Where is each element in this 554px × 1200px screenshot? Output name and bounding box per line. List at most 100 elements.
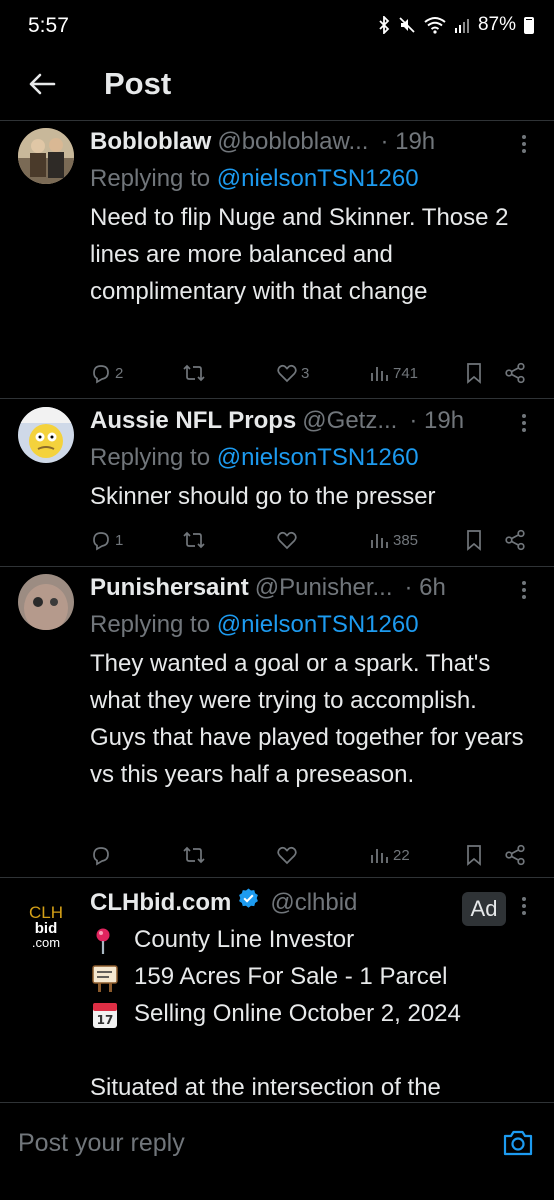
reply-icon <box>93 532 109 551</box>
ad-line: 159 Acres For Sale - 1 Parcel <box>90 958 534 995</box>
views-icon <box>371 534 388 548</box>
replying-label: Replying to <box>90 611 217 638</box>
status-bar: 5:57 87% <box>0 0 554 54</box>
arrow-left-icon <box>29 73 56 95</box>
avatar[interactable] <box>18 407 74 463</box>
page-title: Post <box>104 66 172 101</box>
views-button[interactable]: 22 <box>370 840 410 870</box>
bookmark-icon <box>467 530 481 551</box>
bluetooth-icon <box>379 16 390 34</box>
battery-icon <box>524 16 534 34</box>
views-count: 22 <box>393 846 410 864</box>
tweet-actions: 2 3 741 <box>90 358 534 388</box>
views-button[interactable]: 741 <box>370 358 418 388</box>
share-button[interactable] <box>504 840 526 870</box>
signal-icon <box>454 19 469 33</box>
logo-text: bid <box>34 920 58 937</box>
bookmark-button[interactable] <box>464 525 484 555</box>
reply-button[interactable] <box>90 840 115 870</box>
reply-button[interactable]: 2 <box>90 358 123 388</box>
more-icon <box>522 414 526 432</box>
tweet-text: Skinner should go to the presser <box>90 483 436 510</box>
bookmark-icon <box>467 363 481 384</box>
like-count: 3 <box>301 364 310 382</box>
reply-count: 1 <box>115 531 124 549</box>
timestamp[interactable]: · 19h <box>409 407 464 435</box>
reply-icon <box>93 847 109 866</box>
camera-icon <box>503 1130 533 1156</box>
ad-line-text: 159 Acres For Sale - 1 Parcel <box>134 963 448 990</box>
replying-to: Replying to @nielsonTSN1260 <box>90 162 534 199</box>
author-name[interactable]: Punishersaint <box>90 574 249 602</box>
ad-line-text: Selling Online October 2, 2024 <box>134 1000 461 1027</box>
calendar-day: 17 <box>97 1013 114 1027</box>
ad-content[interactable]: CLHbid.com @clhbid County Line Investor … <box>90 887 534 1106</box>
avatar[interactable] <box>18 128 74 184</box>
divider <box>0 120 554 121</box>
like-button[interactable] <box>276 525 301 555</box>
calendar-icon: 17 <box>90 1000 124 1028</box>
logo-text: .com <box>31 935 61 950</box>
mute-icon <box>399 17 415 33</box>
author-handle[interactable]: @clhbid <box>270 889 357 917</box>
timestamp[interactable]: · 6h <box>404 574 445 602</box>
repost-button[interactable] <box>182 358 206 388</box>
share-button[interactable] <box>504 525 526 555</box>
verified-badge-icon <box>239 888 259 908</box>
replying-label: Replying to <box>90 165 217 192</box>
share-icon <box>505 362 525 384</box>
share-icon <box>505 844 525 866</box>
reply-input[interactable]: Post your reply <box>18 1129 185 1158</box>
bookmark-button[interactable] <box>464 840 484 870</box>
bookmark-button[interactable] <box>464 358 484 388</box>
repost-icon <box>183 846 205 864</box>
views-count: 385 <box>393 531 419 549</box>
heart-icon <box>277 531 297 550</box>
divider <box>0 398 554 399</box>
author-handle[interactable]: @Getz... <box>302 407 397 435</box>
reply-bar: Post your reply <box>0 1102 554 1200</box>
header: Post <box>0 54 554 120</box>
author-handle[interactable]: @bobloblaw... <box>217 128 368 156</box>
reply-icon <box>93 365 109 384</box>
battery-percent: 87% <box>477 14 516 35</box>
camera-button[interactable] <box>502 1127 534 1159</box>
reply-button[interactable]: 1 <box>90 525 123 555</box>
author-handle[interactable]: @Punisher... <box>255 574 393 602</box>
tweet-text: Need to flip Nuge and Skinner. Those 2 l… <box>90 204 509 305</box>
tweet-header: Aussie NFL Props @Getz... · 19h <box>90 407 534 441</box>
author-name[interactable]: CLHbid.com <box>90 889 231 917</box>
replying-to: Replying to @nielsonTSN1260 <box>90 608 534 645</box>
wifi-icon <box>424 17 446 34</box>
tweet-header: Bobloblaw @bobloblaw... · 19h <box>90 128 534 162</box>
ad-line-text: County Line Investor <box>134 926 355 953</box>
replying-label: Replying to <box>90 444 217 471</box>
divider <box>0 566 554 567</box>
heart-icon <box>277 364 297 383</box>
author-name[interactable]: Bobloblaw <box>90 128 211 156</box>
views-icon <box>371 367 388 381</box>
repost-button[interactable] <box>182 840 206 870</box>
advertiser-logo[interactable]: CLH bid .com <box>18 904 74 960</box>
mention-link[interactable]: @nielsonTSN1260 <box>217 444 419 471</box>
heart-icon <box>277 846 297 865</box>
avatar[interactable] <box>18 574 74 630</box>
repost-icon <box>183 364 205 382</box>
like-button[interactable] <box>276 840 301 870</box>
mention-link[interactable]: @nielsonTSN1260 <box>217 165 419 192</box>
tweet-text: They wanted a goal or a spark. That's wh… <box>90 650 524 788</box>
author-name[interactable]: Aussie NFL Props <box>90 407 296 435</box>
ad-line: County Line Investor <box>90 921 534 958</box>
more-options-button[interactable] <box>514 411 534 435</box>
share-button[interactable] <box>504 358 526 388</box>
mention-link[interactable]: @nielsonTSN1260 <box>217 611 419 638</box>
reply-item[interactable]: Punishersaint @Punisher... · 6h Replying… <box>0 574 554 874</box>
repost-button[interactable] <box>182 525 206 555</box>
more-options-button[interactable] <box>514 578 534 602</box>
replying-to: Replying to @nielsonTSN1260 <box>90 441 534 478</box>
timestamp[interactable]: · 19h <box>380 128 435 156</box>
more-options-button[interactable] <box>514 132 534 156</box>
back-button[interactable] <box>22 64 62 104</box>
views-button[interactable]: 385 <box>370 525 418 555</box>
like-button[interactable]: 3 <box>276 358 309 388</box>
